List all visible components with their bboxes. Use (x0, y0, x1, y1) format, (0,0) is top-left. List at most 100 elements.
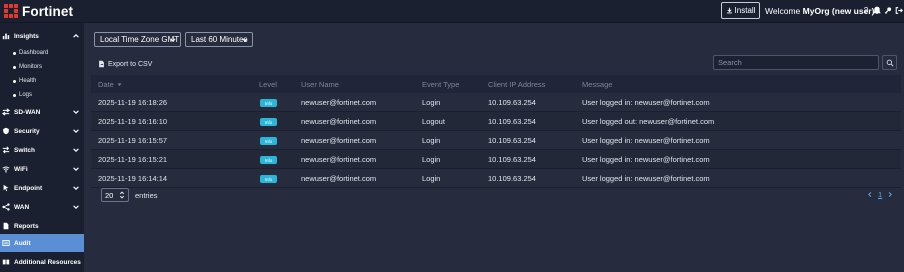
page-size-value: 20 (105, 190, 114, 200)
table-row[interactable]: 2025-11-19 16:15:57 Info newuser@fortine… (91, 131, 901, 150)
cell-ip: 10.109.63.254 (488, 174, 536, 183)
sidebar-item-sdwan[interactable]: SD-WAN (0, 103, 84, 121)
header-icons: ? (862, 5, 903, 16)
sidebar-item-label: Reports (14, 222, 39, 230)
endpoint-icon (2, 184, 10, 192)
search-icon (886, 59, 894, 67)
shield-icon (2, 127, 10, 135)
sidebar-item-wan[interactable]: WAN (0, 198, 84, 216)
wifi-icon (2, 165, 10, 173)
sidebar-item-endpoint[interactable]: Endpoint (0, 179, 84, 197)
sidebar-item-additional-resources[interactable]: Additional Resources (0, 253, 84, 271)
chevron-right-icon[interactable] (887, 191, 893, 198)
audit-icon (2, 239, 10, 247)
cell-message: User logged out: newuser@fortinet.com (582, 117, 715, 126)
sidebar-item-label: WiFi (14, 165, 28, 173)
cell-message: User logged in: newuser@fortinet.com (582, 155, 710, 164)
sidebar-item-reports[interactable]: Reports (0, 217, 84, 235)
logo-mark-icon (4, 4, 18, 18)
cell-ip: 10.109.63.254 (488, 117, 536, 126)
timezone-select[interactable]: Local Time Zone GMT (94, 32, 181, 47)
level-badge: Info (260, 175, 277, 183)
timezone-value: Local Time Zone GMT (100, 35, 180, 44)
cell-event: Login (422, 174, 441, 183)
help-icon[interactable]: ? (862, 5, 870, 16)
table-row[interactable]: 2025-11-19 16:15:21 Info newuser@fortine… (91, 150, 901, 169)
cell-user: newuser@fortinet.com (301, 117, 377, 126)
cell-user: newuser@fortinet.com (301, 155, 377, 164)
main-content: Local Time Zone GMT Last 60 Minutes Expo… (84, 23, 904, 272)
search-input[interactable]: Search (713, 55, 879, 70)
install-button[interactable]: Install (721, 2, 760, 19)
logo-text: Fortinet (22, 3, 74, 19)
chevron-down-icon (73, 167, 79, 171)
sidebar-item-label: Security (14, 127, 40, 135)
sidebar-item-label: SD-WAN (14, 108, 41, 116)
level-badge: Info (260, 99, 277, 107)
time-range-select[interactable]: Last 60 Minutes (185, 32, 253, 47)
column-label: Date (98, 80, 114, 89)
table-row[interactable]: 2025-11-19 16:18:26 Info newuser@fortine… (91, 93, 901, 112)
key-icon[interactable] (884, 5, 892, 16)
install-label: Install (734, 6, 756, 15)
cell-ip: 10.109.63.254 (488, 155, 536, 164)
search-button[interactable] (882, 55, 897, 70)
cell-user: newuser@fortinet.com (301, 174, 377, 183)
cell-event: Login (422, 155, 441, 164)
table-row[interactable]: 2025-11-19 16:14:14 Info newuser@fortine… (91, 169, 901, 188)
cell-message: User logged in: newuser@fortinet.com (582, 174, 710, 183)
column-header-level[interactable]: Level (259, 80, 277, 89)
stepper-icon (119, 191, 125, 199)
cell-event: Login (422, 136, 441, 145)
sidebar-item-insights[interactable]: Insights (0, 27, 84, 45)
cell-message: User logged in: newuser@fortinet.com (582, 98, 710, 107)
download-icon (726, 7, 732, 14)
level-badge: Info (260, 118, 277, 126)
welcome-prefix: Welcome (765, 6, 801, 16)
sidebar-subitem-health[interactable]: Health (13, 75, 36, 87)
column-header-message[interactable]: Message (582, 80, 612, 89)
top-bar: Fortinet Install Welcome MyOrg (new user… (0, 0, 904, 23)
table-row[interactable]: 2025-11-19 16:16:10 Info newuser@fortine… (91, 112, 901, 131)
sidebar-item-wifi[interactable]: WiFi (0, 160, 84, 178)
cell-date: 2025-11-19 16:15:57 (98, 136, 168, 145)
cell-ip: 10.109.63.254 (488, 136, 536, 145)
bell-icon[interactable] (873, 5, 881, 16)
cell-date: 2025-11-19 16:14:14 (98, 174, 168, 183)
fortinet-logo[interactable]: Fortinet (4, 3, 73, 19)
chevron-down-icon (73, 148, 79, 152)
sidebar-item-label: Endpoint (14, 184, 43, 192)
sidebar-subitem-logs[interactable]: Logs (13, 89, 32, 101)
sort-desc-icon (117, 83, 122, 86)
column-header-date[interactable]: Date (98, 80, 122, 89)
sidebar-item-label: Insights (14, 32, 39, 40)
logout-icon[interactable] (895, 5, 903, 16)
entries-label: entries (135, 191, 158, 200)
sidebar-subitem-dashboard[interactable]: Dashboard (13, 47, 48, 59)
cell-date: 2025-11-19 16:18:26 (98, 98, 168, 107)
chevron-left-icon[interactable] (867, 191, 873, 198)
cell-user: newuser@fortinet.com (301, 136, 377, 145)
file-icon (99, 60, 104, 68)
sidebar-subitem-monitors[interactable]: Monitors (13, 61, 42, 73)
column-header-client-ip[interactable]: Client IP Address (488, 80, 545, 89)
time-range-value: Last 60 Minutes (191, 35, 248, 44)
sidebar-item-label: Switch (14, 146, 35, 154)
chevron-down-icon (73, 186, 79, 190)
sidebar-item-label: WAN (14, 203, 30, 211)
page-size-select[interactable]: 20 (101, 188, 129, 202)
switch-icon (2, 146, 10, 154)
sidebar-item-audit[interactable]: Audit (0, 234, 84, 252)
cell-date: 2025-11-19 16:16:10 (98, 117, 168, 126)
sidebar-item-security[interactable]: Security (0, 122, 84, 140)
export-label: Export to CSV (108, 60, 153, 68)
level-badge: Info (260, 137, 277, 145)
sdwan-icon (2, 108, 10, 116)
chart-icon (2, 32, 10, 40)
page-number[interactable]: 1 (878, 190, 882, 199)
export-csv-button[interactable]: Export to CSV (98, 60, 152, 68)
sidebar-item-switch[interactable]: Switch (0, 141, 84, 159)
level-badge: Info (260, 156, 277, 164)
column-header-event-type[interactable]: Event Type (422, 80, 459, 89)
column-header-user-name[interactable]: User Name (301, 80, 339, 89)
